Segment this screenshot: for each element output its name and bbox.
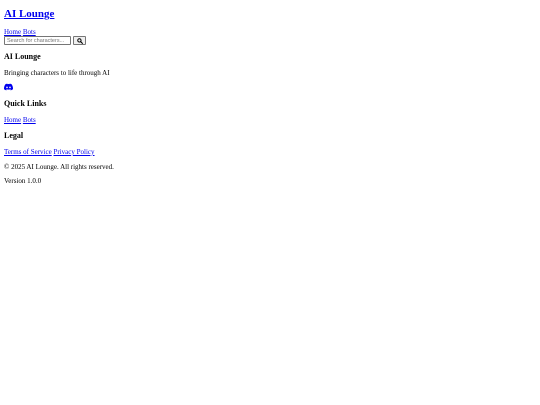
nav-bots-link[interactable]: Bots (23, 28, 36, 36)
discord-link[interactable] (4, 83, 14, 91)
search-icon (76, 37, 83, 44)
version-text: Version 1.0.0 (4, 177, 42, 185)
copyright-text: © 2025 AI Lounge. All rights reserved. (4, 163, 114, 171)
privacy-policy-link[interactable]: Privacy Policy (53, 148, 94, 156)
discord-icon (4, 83, 14, 91)
footer-tagline: Bringing characters to life through AI (4, 69, 110, 77)
quick-links: Home Bots (4, 116, 36, 124)
legal-links: Terms of Service Privacy Policy (4, 148, 95, 156)
site-title-link[interactable]: AI Lounge (4, 8, 54, 20)
quick-links-heading: Quick Links (4, 99, 47, 108)
footer-home-link[interactable]: Home (4, 116, 21, 124)
search-input[interactable] (4, 36, 71, 45)
site-title: AI Lounge (4, 7, 54, 21)
header-nav: Home Bots (4, 28, 36, 36)
footer-brand-title: AI Lounge (4, 52, 41, 61)
terms-of-service-link[interactable]: Terms of Service (4, 148, 52, 156)
legal-heading: Legal (4, 131, 24, 140)
nav-home-link[interactable]: Home (4, 28, 21, 36)
footer-bots-link[interactable]: Bots (23, 116, 36, 124)
search-form (4, 36, 86, 45)
search-button[interactable] (73, 36, 86, 45)
